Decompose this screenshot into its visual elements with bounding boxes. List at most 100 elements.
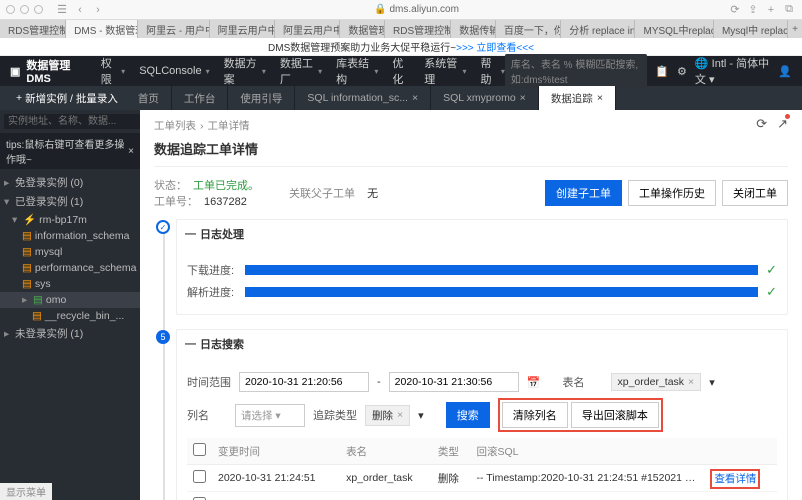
parse-progress (245, 287, 758, 297)
browser-tab[interactable]: 数据传输 (451, 20, 496, 38)
calendar-icon[interactable]: 📅 (527, 376, 541, 389)
browser-tab[interactable]: 阿里云 - 用户中心 (138, 20, 210, 38)
sidebar-toggle-icon[interactable]: ☰ (55, 3, 69, 17)
close-icon[interactable]: × (520, 92, 526, 104)
close-icon[interactable]: × (597, 92, 603, 104)
ws-tab[interactable]: 工作台 (172, 86, 229, 110)
ws-tab[interactable]: SQL information_sc... × (295, 86, 431, 110)
search-button[interactable]: 搜索 (446, 402, 490, 428)
logo[interactable]: ▣数据管理DMS (10, 57, 85, 85)
global-search[interactable]: 库名、表名 % 模糊匹配搜索, 如:dms%test (505, 54, 647, 88)
tree-instance[interactable]: ▾⚡ rm-bp17m (0, 211, 140, 228)
table-label: 表名 (563, 374, 603, 390)
clipboard-icon[interactable]: 📋 (655, 65, 669, 78)
browser-tab[interactable]: 百度一下，你… (496, 20, 561, 38)
tree-db[interactable]: ▤sys (0, 276, 140, 292)
remove-icon[interactable]: × (688, 376, 694, 388)
browser-tab[interactable]: 分析 replace into... (561, 20, 635, 38)
highlight-box: 清除列名 导出回滚脚本 (498, 398, 663, 432)
chevron-down-icon[interactable]: ▾ (709, 376, 715, 389)
time-to-input[interactable] (389, 372, 519, 392)
user-avatar[interactable]: 👤 (778, 65, 792, 78)
tabs-icon[interactable]: ⧉ (782, 3, 796, 17)
ticket-history-button[interactable]: 工单操作历史 (628, 180, 716, 206)
collapse-icon: — (185, 338, 196, 350)
close-ticket-button[interactable]: 关闭工单 (722, 180, 788, 206)
reload-icon[interactable]: ⟳ (728, 3, 742, 17)
status-label: 状态： (154, 180, 187, 192)
menu-item[interactable]: 权限 (101, 55, 125, 87)
share-icon[interactable]: ⇪ (746, 3, 760, 17)
menu-item[interactable]: 系统管理 (424, 55, 466, 87)
tree-db[interactable]: ▤information_schema (0, 228, 140, 244)
chevron-down-icon[interactable]: ▾ (418, 409, 424, 422)
close-icon[interactable]: × (412, 92, 418, 104)
browser-tab[interactable]: MYSQL中replace ... (635, 20, 713, 38)
cell-time: 2020-10-31 21:24:51 (212, 465, 340, 492)
refresh-icon[interactable]: ⟳ (756, 116, 767, 132)
cell-table: xp_order_task (340, 465, 432, 492)
back-icon[interactable]: ‹ (73, 3, 87, 17)
ws-tab[interactable]: SQL xmypromo × (431, 86, 539, 110)
tree-db[interactable]: ▸▤ omo (0, 292, 140, 308)
share-icon[interactable]: ↗ (777, 116, 788, 132)
menu-item[interactable]: SQLConsole (139, 55, 209, 87)
browser-tab[interactable]: 阿里云用户中心 (210, 20, 275, 38)
remove-icon[interactable]: × (397, 409, 403, 421)
table-row: 2020-10-31 21:24:51 xp_order_task 删除 -- … (187, 465, 777, 492)
menu-item[interactable]: 库表结构 (336, 55, 378, 87)
panel-header[interactable]: —日志处理 (177, 220, 787, 248)
workspace: 🔍 ⟳ tips:鼠标右键可查看更多操作哦~× ▸免登录实例 (0) ▾已登录实… (0, 110, 802, 500)
browser-tab[interactable]: RDS管理控制台 (0, 20, 66, 38)
tree-db[interactable]: ▤mysql (0, 244, 140, 260)
create-sub-ticket-button[interactable]: 创建子工单 (545, 180, 622, 206)
menu-item[interactable]: 数据工厂 (280, 55, 322, 87)
tree-db[interactable]: ▤__recycle_bin_... (0, 308, 140, 324)
export-rollback-button[interactable]: 导出回滚脚本 (571, 402, 659, 428)
check-icon: ✓ (766, 284, 777, 300)
add-tab-icon[interactable]: + (788, 20, 802, 38)
new-tab-icon[interactable]: + (764, 3, 778, 17)
address-bar[interactable]: 🔒dms.aliyun.com (109, 4, 724, 15)
ticket-id-value: 1637282 (204, 196, 247, 208)
sidebar-search[interactable] (4, 114, 144, 129)
tree-db[interactable]: ▤performance_schema (0, 260, 140, 276)
cell-table (340, 492, 432, 500)
tree-group[interactable]: ▸免登录实例 (0) (0, 173, 140, 192)
menu-item[interactable]: 优化 (392, 55, 410, 87)
crumb-link[interactable]: 工单列表 (154, 120, 196, 132)
tree-group[interactable]: ▾已登录实例 (1) (0, 192, 140, 211)
browser-tab[interactable]: RDS管理控制台 (385, 20, 451, 38)
add-instance[interactable]: +新增实例 / 批量录入 (8, 86, 126, 110)
table-tag[interactable]: xp_order_task× (611, 373, 702, 391)
close-icon[interactable]: × (128, 146, 134, 157)
browser-tab[interactable]: Mysql中 replace ... (714, 20, 788, 38)
view-detail-link[interactable]: 查看详情 (714, 473, 756, 485)
locale-switch[interactable]: 🌐 Intl - 简体中文 ▾ (695, 55, 770, 87)
settings-icon[interactable]: ⚙ (677, 65, 687, 78)
collapse-icon: — (185, 228, 196, 240)
track-type-tag[interactable]: 删除× (365, 405, 410, 426)
ws-tab[interactable]: 使用引导 (228, 86, 295, 110)
browser-tab[interactable]: 阿里云用户中心 (275, 20, 340, 38)
select-all-checkbox[interactable] (193, 443, 206, 456)
forward-icon[interactable]: › (91, 3, 105, 17)
column-select[interactable]: 请选择 ▾ (235, 404, 305, 427)
tree-group[interactable]: ▸未登录实例 (1) (0, 324, 140, 343)
window-controls[interactable] (6, 5, 43, 14)
panel-header[interactable]: —日志搜索 (177, 330, 787, 358)
banner-link[interactable]: >>> 立即查看<<< (456, 39, 534, 54)
browser-tab[interactable]: 数据管理 (340, 20, 385, 38)
row-checkbox[interactable] (193, 470, 206, 483)
col-header: 回滚SQL (471, 438, 705, 465)
time-from-input[interactable] (239, 372, 369, 392)
menu-item[interactable]: 数据方案 (224, 55, 266, 87)
related-label: 关联父子工单 (289, 188, 355, 200)
ws-tab[interactable]: 数据追踪 × (539, 86, 616, 110)
clear-columns-button[interactable]: 清除列名 (502, 402, 568, 428)
browser-tab[interactable]: DMS - 数据管理... (66, 20, 138, 38)
cell-sql: -- Timestamp:2020-10-31 21:24:51 #152022… (471, 492, 705, 500)
ws-tab[interactable]: 首页 (126, 86, 172, 110)
progress-label: 下载进度: (187, 262, 237, 278)
menu-item[interactable]: 帮助 (481, 55, 505, 87)
